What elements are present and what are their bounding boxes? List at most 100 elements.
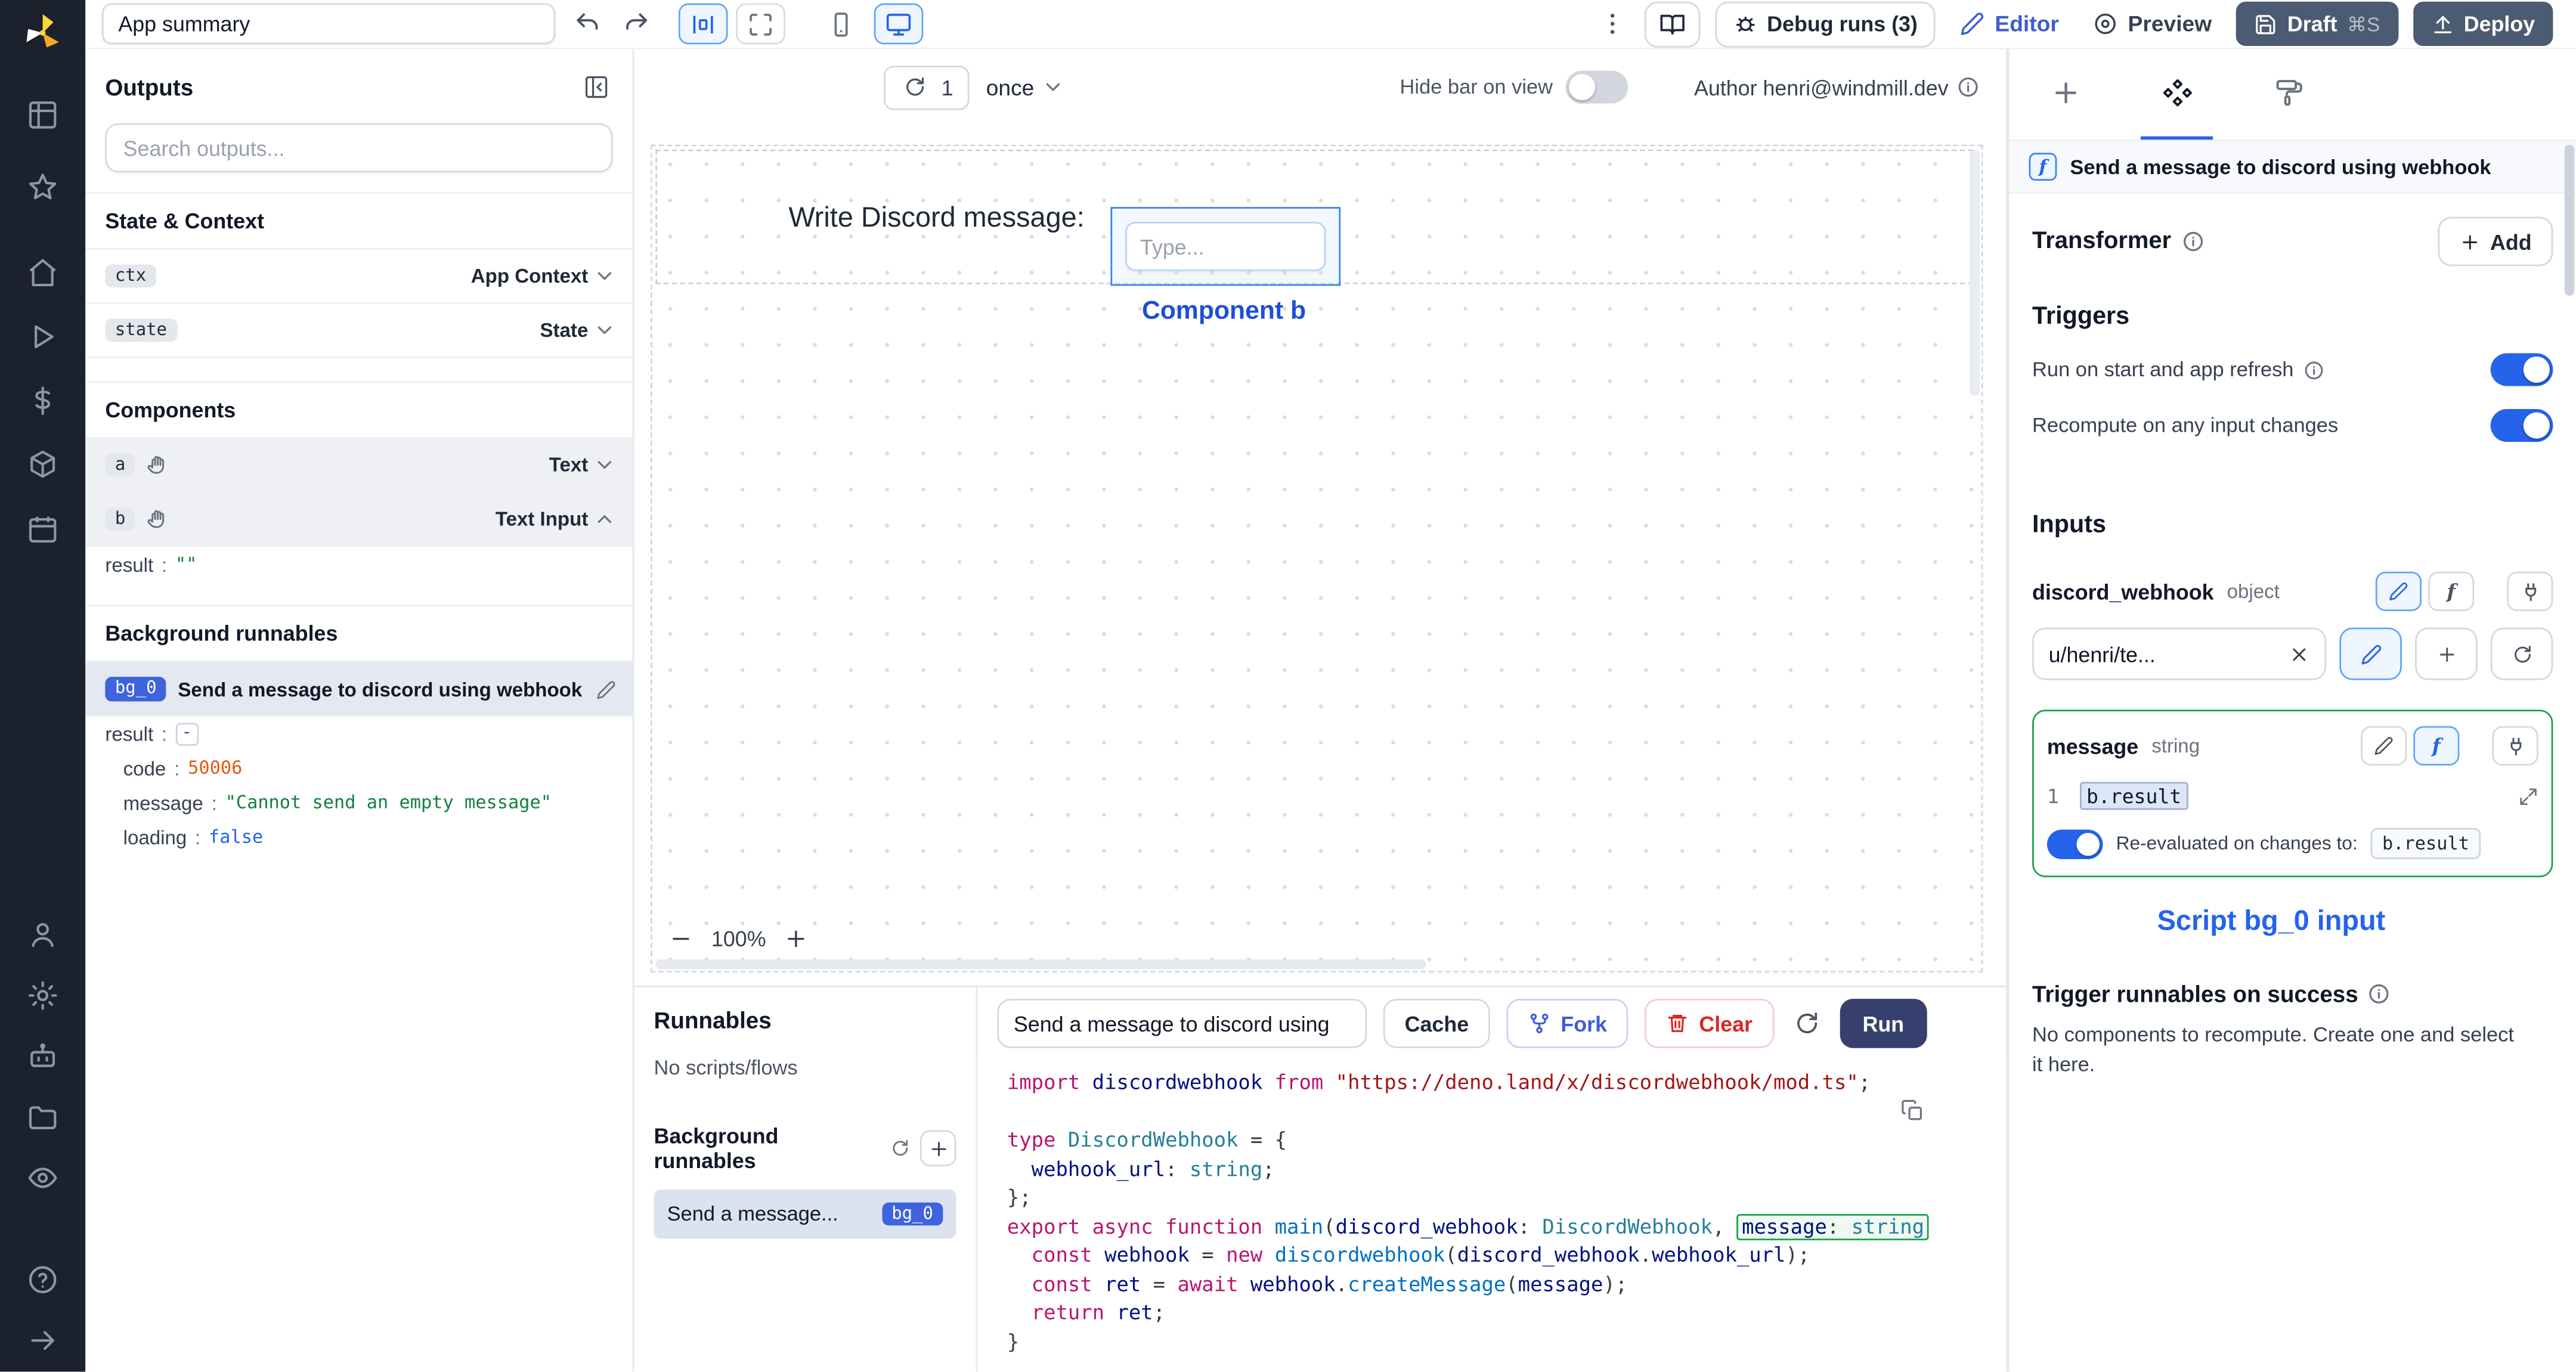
zoom-in-button[interactable] bbox=[784, 927, 809, 951]
chevron-down-icon[interactable] bbox=[593, 453, 617, 476]
text-input-component-b[interactable] bbox=[1110, 207, 1341, 286]
eye-icon[interactable] bbox=[26, 1162, 59, 1194]
play-icon[interactable] bbox=[26, 320, 59, 353]
add-background-runnable-button[interactable] bbox=[921, 1130, 956, 1167]
component-row-b[interactable]: b Text Input bbox=[85, 493, 633, 547]
component-b-input[interactable] bbox=[1125, 221, 1326, 271]
code-line[interactable]: webhook_url: string; bbox=[1007, 1157, 2006, 1186]
deploy-button[interactable]: Deploy bbox=[2413, 1, 2553, 47]
star-icon[interactable] bbox=[26, 171, 59, 204]
more-menu-button[interactable] bbox=[1594, 7, 1629, 41]
eval-input-mode-button[interactable]: f bbox=[2413, 726, 2460, 766]
run-button[interactable]: Run bbox=[1839, 999, 1927, 1048]
code-line[interactable]: import discordwebhook from "https://deno… bbox=[1007, 1071, 2006, 1100]
desktop-view-button[interactable] bbox=[874, 3, 924, 45]
collapse-json-button[interactable]: - bbox=[175, 721, 199, 745]
fullscreen-button[interactable] bbox=[736, 3, 785, 45]
connect-input-button[interactable] bbox=[2507, 571, 2553, 611]
edit-resource-button[interactable] bbox=[2339, 627, 2402, 680]
code-line[interactable]: const ret = await webhook.createMessage(… bbox=[1007, 1272, 2006, 1301]
refresh-resource-button[interactable] bbox=[2490, 627, 2553, 680]
calendar-icon[interactable] bbox=[26, 513, 59, 546]
debug-runs-button[interactable]: Debug runs (3) bbox=[1714, 1, 1936, 47]
home-icon[interactable] bbox=[26, 256, 59, 289]
code-line[interactable]: }; bbox=[1007, 1186, 2006, 1215]
windmill-logo[interactable] bbox=[21, 11, 64, 54]
copy-code-icon[interactable] bbox=[1901, 1099, 1924, 1122]
component-settings-tab[interactable] bbox=[2140, 49, 2213, 140]
expression-editor[interactable]: 1 b.result bbox=[2047, 782, 2538, 810]
dollar-icon[interactable] bbox=[26, 385, 59, 417]
script-name-input[interactable] bbox=[997, 999, 1367, 1048]
collapse-panel-icon[interactable] bbox=[580, 70, 613, 103]
connect-input-button[interactable] bbox=[2492, 726, 2538, 766]
expand-sidebar-icon[interactable] bbox=[26, 1324, 59, 1357]
static-input-mode-button[interactable] bbox=[2375, 571, 2422, 611]
search-outputs-input[interactable] bbox=[105, 123, 613, 173]
eval-input-mode-button[interactable]: f bbox=[2428, 571, 2475, 611]
insert-component-tab[interactable] bbox=[2029, 49, 2101, 140]
code-line[interactable]: } bbox=[1007, 1330, 2006, 1358]
user-icon[interactable] bbox=[26, 918, 59, 951]
app-canvas[interactable]: Write Discord message: Component b 100% bbox=[651, 144, 1983, 973]
run-on-start-toggle[interactable] bbox=[2490, 353, 2553, 386]
refresh-icon[interactable] bbox=[900, 72, 930, 102]
mobile-view-button[interactable] bbox=[816, 3, 866, 45]
code-line[interactable]: const webhook = new discordwebhook(disco… bbox=[1007, 1244, 2006, 1272]
folder-icon[interactable] bbox=[26, 1101, 59, 1133]
info-icon[interactable] bbox=[2303, 359, 2325, 380]
output-kv-b-result[interactable]: result: "" bbox=[85, 547, 632, 581]
selected-runnable-header[interactable]: f Send a message to discord using webhoo… bbox=[2009, 141, 2576, 194]
output-row-ctx[interactable]: ctx App Context bbox=[85, 250, 633, 304]
hide-bar-toggle[interactable] bbox=[1566, 70, 1628, 104]
code-line[interactable]: export async function main(discord_webho… bbox=[1007, 1213, 2006, 1243]
info-icon[interactable] bbox=[2181, 230, 2205, 253]
clear-button[interactable]: Clear bbox=[1645, 999, 1774, 1048]
fork-button[interactable]: Fork bbox=[1506, 999, 1628, 1048]
clear-resource-icon[interactable] bbox=[2289, 643, 2310, 665]
static-input-mode-button[interactable] bbox=[2361, 726, 2407, 766]
preview-tab-button[interactable]: Preview bbox=[2083, 1, 2222, 47]
redo-button[interactable] bbox=[620, 7, 654, 41]
draft-button[interactable]: Draft ⌘S bbox=[2236, 1, 2398, 47]
create-resource-button[interactable] bbox=[2414, 627, 2478, 680]
restart-button[interactable] bbox=[1790, 1007, 1823, 1040]
cache-button[interactable]: Cache bbox=[1383, 999, 1490, 1048]
chevron-down-icon[interactable] bbox=[593, 265, 617, 288]
background-runnable-item[interactable]: Send a message... bg_0 bbox=[654, 1189, 956, 1239]
info-icon[interactable] bbox=[2368, 983, 2391, 1006]
panel-scrollbar[interactable] bbox=[2564, 144, 2575, 296]
output-kv-bg0-result[interactable]: result: - bbox=[85, 716, 632, 751]
cube-icon[interactable] bbox=[26, 448, 59, 481]
help-icon[interactable] bbox=[26, 1263, 59, 1296]
docs-button[interactable] bbox=[1643, 1, 1700, 47]
refresh-mode-select[interactable]: once bbox=[986, 75, 1064, 100]
background-runnables-refresh-icon[interactable] bbox=[891, 1138, 911, 1158]
resource-picker-input[interactable]: u/henri/te... bbox=[2032, 627, 2327, 680]
chevron-up-icon[interactable] bbox=[593, 507, 617, 531]
recompute-on-change-toggle[interactable] bbox=[2490, 409, 2553, 442]
canvas-horizontal-scrollbar[interactable] bbox=[655, 959, 1427, 970]
robot-icon[interactable] bbox=[26, 1040, 59, 1073]
reevaluate-toggle[interactable] bbox=[2046, 828, 2103, 859]
center-layout-button[interactable] bbox=[678, 3, 728, 45]
edit-pencil-icon[interactable] bbox=[596, 679, 616, 699]
canvas-vertical-scrollbar[interactable] bbox=[1970, 149, 1980, 396]
code-line[interactable] bbox=[1007, 1100, 2006, 1129]
code-line[interactable]: type DiscordWebhook = { bbox=[1007, 1129, 2006, 1157]
canvas-grid-row[interactable]: Write Discord message: bbox=[655, 149, 1973, 286]
editor-tab-button[interactable]: Editor bbox=[1950, 1, 2069, 47]
background-runnable-row-bg0[interactable]: bg_0 Send a message to discord using web… bbox=[85, 662, 633, 717]
zoom-out-button[interactable] bbox=[668, 927, 693, 951]
expression-value[interactable]: b.result bbox=[2079, 782, 2188, 810]
output-row-state[interactable]: state State bbox=[85, 304, 633, 358]
add-transformer-button[interactable]: Add bbox=[2437, 216, 2553, 267]
info-icon[interactable] bbox=[1956, 76, 1980, 99]
text-component-a[interactable]: Write Discord message: bbox=[788, 202, 1084, 235]
grid-icon[interactable] bbox=[26, 98, 59, 131]
undo-button[interactable] bbox=[570, 7, 605, 41]
component-row-a[interactable]: a Text bbox=[85, 438, 633, 493]
code-line[interactable]: return ret; bbox=[1007, 1301, 2006, 1330]
expand-editor-icon[interactable] bbox=[2519, 786, 2538, 806]
chevron-down-icon[interactable] bbox=[593, 318, 617, 342]
